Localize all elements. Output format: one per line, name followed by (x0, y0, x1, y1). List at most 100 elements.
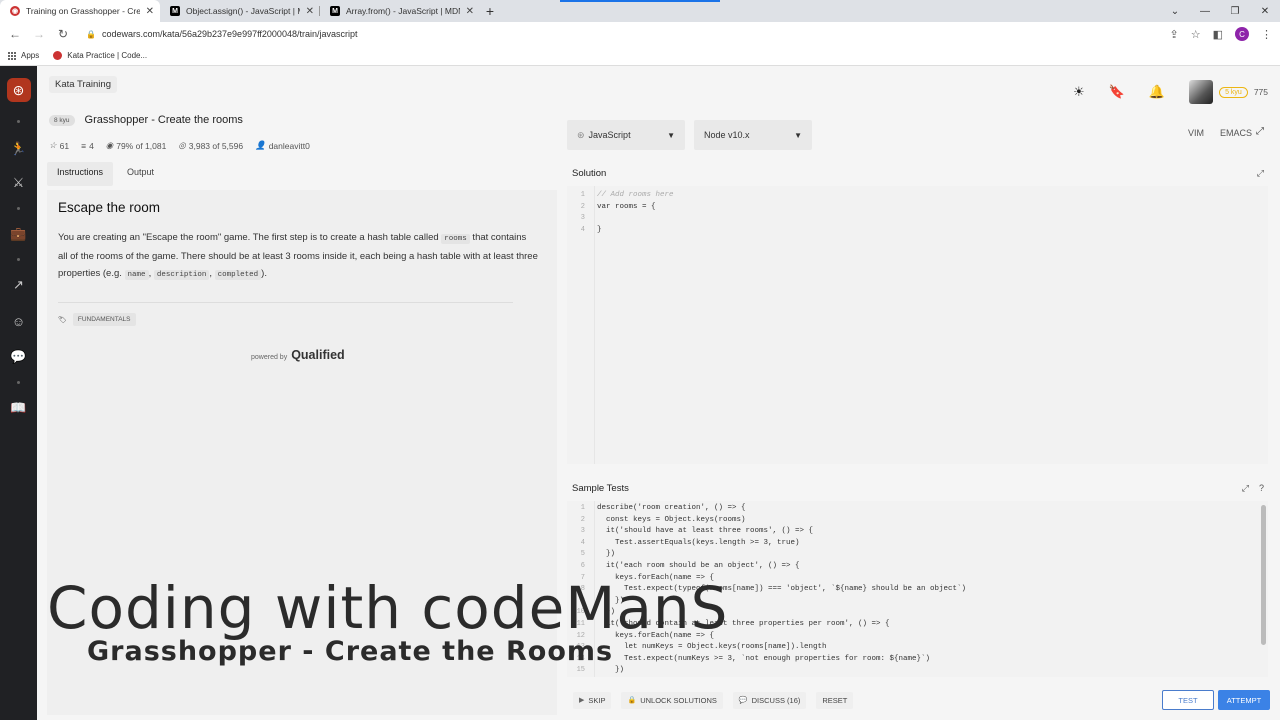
attempt-button[interactable]: ATTEMPT (1218, 690, 1270, 710)
tab-instructions[interactable]: Instructions (47, 162, 114, 186)
discord-icon[interactable]: ☺ (12, 311, 25, 331)
notifications-bell-icon[interactable]: 🔔 (1149, 84, 1165, 100)
close-icon[interactable]: ✕ (466, 6, 474, 17)
runtime-select[interactable]: Node v10.x ▼ (694, 120, 812, 150)
line-number: 4 (580, 225, 585, 234)
line-number: 2 (580, 202, 585, 211)
tag-fundamentals[interactable]: FUNDAMENTALS (72, 313, 136, 326)
code-text: var rooms = { (597, 202, 656, 211)
line-number: 3 (580, 527, 585, 536)
author-stat[interactable]: 👤 danleavitt0 (255, 140, 310, 151)
practice-icon[interactable]: 🏃 (10, 139, 26, 159)
nav-separator (17, 207, 20, 210)
close-icon[interactable]: ✕ (306, 6, 314, 17)
tag-icon: 🏷 (58, 316, 67, 324)
scrollbar[interactable] (1261, 505, 1266, 645)
code-line: 15 }) (567, 665, 1268, 677)
discuss-button[interactable]: 💬 DISCUSS (16) (732, 691, 807, 709)
code-text: const keys = Object.keys(rooms) (597, 515, 746, 524)
code-line: 1 describe('room creation', () => { (567, 503, 1268, 515)
code-text: }) (597, 666, 625, 675)
menu-icon[interactable]: ⋮ (1261, 28, 1272, 41)
line-number: 1 (580, 191, 585, 199)
skip-icon: ▶ (579, 697, 585, 704)
overlay-channel-title: Coding with codeManS (47, 574, 729, 642)
collections-count: 4 (89, 140, 94, 151)
solution-editor[interactable]: 1 // Add rooms here 2 var rooms = { 3 4} (567, 186, 1268, 464)
apps-grid-icon (8, 51, 16, 60)
chevron-down-icon: ▼ (794, 130, 802, 140)
close-icon[interactable]: ✕ (146, 6, 154, 17)
lock-icon: 🔒 (86, 29, 96, 39)
stack-icon: ≡ (81, 140, 87, 151)
solution-title: Solution (572, 168, 607, 179)
unlock-solutions-button[interactable]: 🔒 UNLOCK SOLUTIONS (621, 691, 723, 709)
restore-button[interactable]: ❐ (1220, 0, 1250, 22)
inline-code: description (153, 270, 210, 280)
powered-by-qualified[interactable]: powered by Qualified (251, 348, 546, 362)
leaderboard-icon[interactable]: ↗ (13, 275, 24, 295)
bookmark-label: Kata Practice | Code... (67, 51, 148, 60)
window-close-button[interactable]: ✕ (1250, 0, 1280, 22)
expand-tests-icon[interactable]: ⤢ (1242, 483, 1249, 494)
code-line: 4 Test.assertEquals(keys.length >= 3, tr… (567, 538, 1268, 550)
bookmark-apps[interactable]: Apps (8, 51, 39, 60)
side-panel-icon[interactable]: ◧ (1213, 28, 1223, 41)
reload-button[interactable]: ↻ (56, 27, 70, 41)
text-run: ). (261, 268, 267, 279)
tab-search-icon[interactable]: ⌄ (1160, 0, 1190, 22)
url-field[interactable]: 🔒 codewars.com/kata/56a29b237e9e997ff200… (80, 29, 1160, 39)
codewars-icon (53, 51, 63, 60)
url-text: codewars.com/kata/56a29b237e9e997ff20000… (101, 29, 358, 39)
completions-value: 3,983 of 5,596 (188, 140, 244, 151)
codewars-icon: ◉ (10, 6, 20, 16)
honor-points: 775 (1253, 87, 1268, 97)
skip-button[interactable]: ▶ SKIP (573, 691, 612, 709)
code-line: 5 }) (567, 549, 1268, 561)
breadcrumb[interactable]: Kata Training (49, 76, 117, 93)
stars-stat[interactable]: ☆ 61 (49, 140, 69, 151)
collections-stat[interactable]: ≡ 4 (81, 140, 94, 151)
mdn-icon: M (170, 6, 180, 16)
training-icon[interactable]: ⚔ (13, 173, 25, 193)
chat-icon[interactable]: 💬 (10, 347, 26, 367)
powered-by-label: powered by (251, 354, 288, 361)
satisfaction-value: 79% of 1,081 (116, 140, 167, 151)
codewars-logo[interactable]: ⊛ (6, 78, 31, 102)
runtime-value: Node v10.x (704, 130, 750, 140)
expand-solution-icon[interactable]: ⤢ (1257, 168, 1264, 179)
test-button[interactable]: TEST (1162, 690, 1214, 710)
help-icon[interactable]: ? (1259, 483, 1264, 494)
bookmark-star-icon[interactable]: ☆ (1191, 28, 1201, 41)
user-profile[interactable]: 5 kyu 775 (1189, 80, 1268, 104)
new-tab-button[interactable]: + (480, 0, 500, 22)
emacs-mode-button[interactable]: EMACS (1220, 128, 1252, 138)
text-run: You are creating an "Escape the room" ga… (58, 232, 442, 243)
back-button[interactable]: ← (8, 27, 22, 41)
address-bar-row: ← → ↻ 🔒 codewars.com/kata/56a29b237e9e99… (0, 22, 1280, 46)
tab-label: Training on Grasshopper - Create the roo… (26, 6, 140, 16)
forward-button[interactable]: → (32, 27, 46, 41)
minimize-button[interactable]: — (1190, 0, 1220, 22)
fullscreen-icon[interactable]: ⤢ (1256, 126, 1264, 137)
bookmark-kata-practice[interactable]: Kata Practice | Code... (53, 51, 147, 60)
browser-tab-bar: ◉ Training on Grasshopper - Create the r… (0, 0, 1280, 22)
reset-button[interactable]: RESET (816, 691, 854, 709)
bookmark-label: Apps (21, 51, 40, 60)
vim-mode-button[interactable]: VIM (1188, 128, 1204, 138)
tab-label: Array.from() - JavaScript | MDN (346, 6, 460, 16)
briefcase-icon[interactable]: 💼 (10, 224, 26, 244)
nav-separator (17, 258, 20, 261)
bookmarks-icon[interactable]: 🔖 (1109, 84, 1125, 100)
theme-toggle-icon[interactable]: ☀ (1073, 84, 1085, 100)
share-icon[interactable]: ⇪ (1170, 28, 1179, 41)
avatar[interactable] (1189, 80, 1214, 104)
tab-output[interactable]: Output (117, 162, 164, 186)
docs-book-icon[interactable]: 📖 (10, 398, 26, 418)
browser-tab-array-from[interactable]: M Array.from() - JavaScript | MDN ✕ (320, 0, 480, 22)
language-select[interactable]: ⊛ JavaScript ▼ (567, 120, 685, 150)
line-number: 1 (580, 504, 585, 512)
browser-tab-kata[interactable]: ◉ Training on Grasshopper - Create the r… (0, 0, 160, 22)
profile-avatar[interactable]: C (1235, 27, 1249, 41)
browser-tab-object-assign[interactable]: M Object.assign() - JavaScript | MDN ✕ (160, 0, 320, 22)
